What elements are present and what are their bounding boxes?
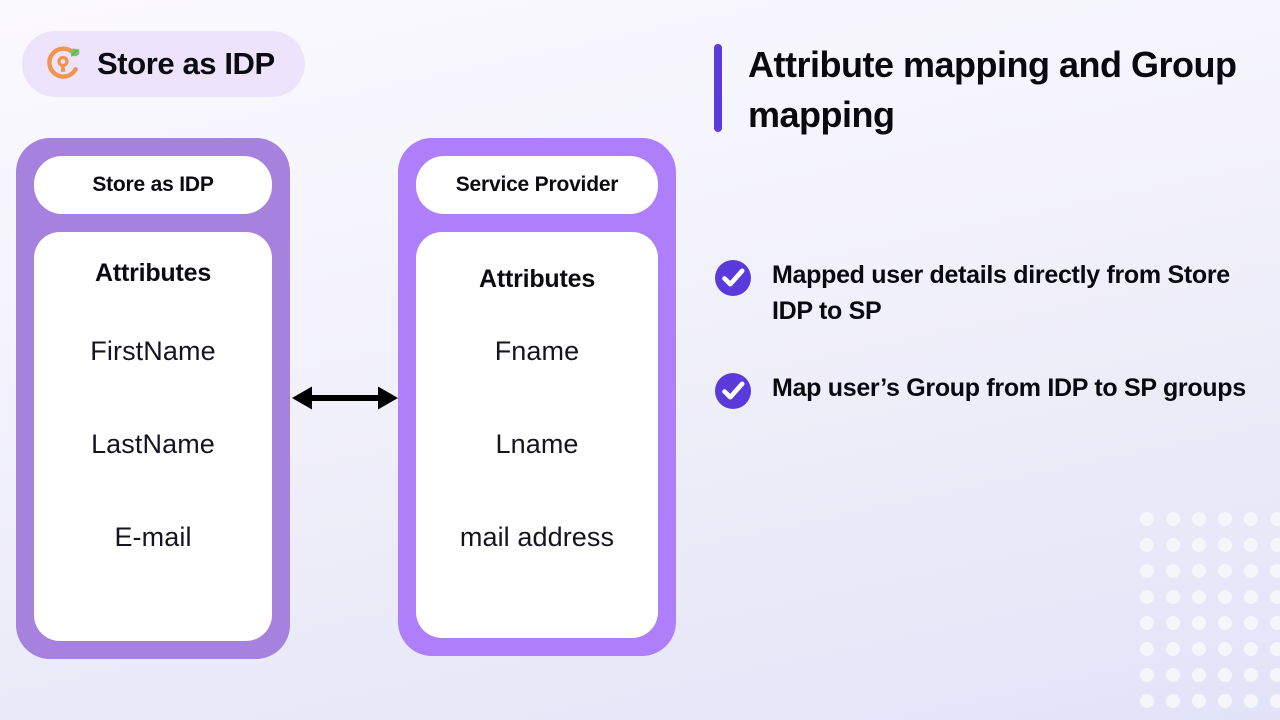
decor-dot [1218, 538, 1232, 552]
panel-idp-attribute-list: FirstName LastName E-mail [34, 288, 272, 553]
bullet-text: Mapped user details directly from Store … [772, 261, 1230, 325]
decor-dot [1270, 590, 1280, 604]
attribute-item: mail address [459, 522, 615, 552]
decor-dot [1166, 668, 1180, 682]
panel-sp-attribute-list: Fname Lname mail address [416, 294, 658, 553]
decor-dot [1218, 590, 1232, 604]
decor-dot [1192, 668, 1206, 682]
panel-idp-pill: Store as IDP [34, 156, 272, 214]
attribute-item: Fname [494, 336, 580, 366]
attribute-item: FirstName [90, 336, 216, 366]
decor-dot [1140, 694, 1154, 708]
decor-dot [1192, 642, 1206, 656]
decor-dot [1270, 512, 1280, 526]
decor-dot [1218, 642, 1232, 656]
decor-dot [1218, 564, 1232, 578]
panel-sp-pill: Service Provider [416, 156, 658, 214]
decor-dot [1140, 642, 1154, 656]
decor-dot [1166, 694, 1180, 708]
decor-dot [1192, 564, 1206, 578]
check-circle-icon [715, 373, 751, 409]
decor-dot [1166, 590, 1180, 604]
decor-dot [1270, 668, 1280, 682]
decor-dot [1140, 512, 1154, 526]
decor-dot [1244, 564, 1258, 578]
padlock-leaf-logo-icon [47, 46, 80, 79]
decor-dot [1140, 564, 1154, 578]
decor-dot [1192, 590, 1206, 604]
panel-idp-attributes-title: Attributes [94, 259, 212, 287]
attribute-item: Lname [495, 429, 579, 459]
check-circle-icon [715, 260, 751, 296]
decor-dot [1166, 538, 1180, 552]
panel-idp-pill-label: Store as IDP [92, 173, 214, 196]
decor-dot [1244, 538, 1258, 552]
panel-service-provider: Service Provider Attributes Fname Lname … [398, 138, 676, 656]
double-headed-arrow-icon [292, 386, 398, 410]
decor-dot [1140, 668, 1154, 682]
decor-dot [1140, 616, 1154, 630]
bullet-text: Map user’s Group from IDP to SP groups [772, 374, 1246, 402]
decor-dot [1166, 564, 1180, 578]
decor-dot [1192, 694, 1206, 708]
panel-sp-attributes-card: Attributes Fname Lname mail address [416, 232, 658, 638]
decor-dot [1218, 668, 1232, 682]
dot-grid-decoration [1140, 512, 1280, 720]
decor-dot [1270, 642, 1280, 656]
decor-dot [1166, 616, 1180, 630]
decor-dot [1270, 694, 1280, 708]
bullet-item: Mapped user details directly from Store … [714, 258, 1262, 329]
decor-dot [1270, 616, 1280, 630]
decor-dot [1244, 616, 1258, 630]
panel-store-as-idp: Store as IDP Attributes FirstName LastNa… [16, 138, 290, 659]
panel-idp-attributes-card: Attributes FirstName LastName E-mail [34, 232, 272, 641]
decor-dot [1270, 564, 1280, 578]
decor-dot [1218, 616, 1232, 630]
decor-dot [1244, 642, 1258, 656]
decor-dot [1244, 512, 1258, 526]
decor-dot [1218, 512, 1232, 526]
decor-dot [1244, 694, 1258, 708]
bullet-list: Mapped user details directly from Store … [714, 258, 1262, 452]
decor-dot [1192, 538, 1206, 552]
decor-dot [1192, 616, 1206, 630]
decor-dot [1192, 512, 1206, 526]
decor-dot [1270, 538, 1280, 552]
decor-dot [1140, 538, 1154, 552]
panel-sp-attributes-title: Attributes [478, 265, 596, 293]
headline-accent-bar [714, 44, 722, 133]
decor-dot [1244, 668, 1258, 682]
brand-name: Store as IDP [97, 46, 275, 81]
decor-dot [1166, 512, 1180, 526]
decor-dot [1218, 694, 1232, 708]
panel-sp-pill-label: Service Provider [455, 173, 619, 196]
brand-badge: Store as IDP [22, 31, 305, 97]
headline: Attribute mapping and Group mapping [714, 40, 1254, 140]
decor-dot [1140, 590, 1154, 604]
page-title: Attribute mapping and Group mapping [748, 44, 1237, 136]
attribute-item: LastName [91, 429, 215, 459]
attribute-item: E-mail [114, 522, 192, 552]
decor-dot [1244, 590, 1258, 604]
decor-dot [1166, 642, 1180, 656]
bullet-item: Map user’s Group from IDP to SP groups [714, 371, 1262, 410]
